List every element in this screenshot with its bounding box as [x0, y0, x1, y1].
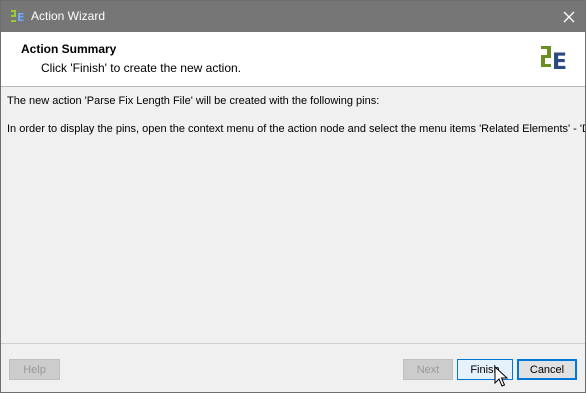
- window-title: Action Wizard: [31, 9, 106, 23]
- page-subtitle: Click 'Finish' to create the new action.: [41, 61, 242, 75]
- brand-logo-icon: E: [541, 46, 567, 73]
- title-bar[interactable]: E Action Wizard: [1, 1, 585, 32]
- close-icon: [563, 11, 575, 22]
- next-button[interactable]: Next: [403, 359, 453, 380]
- wizard-content: The new action 'Parse Fix Length File' w…: [1, 87, 585, 343]
- help-button[interactable]: Help: [9, 359, 60, 380]
- svg-text:E: E: [17, 11, 24, 23]
- mouse-cursor-icon: [494, 366, 508, 387]
- close-button[interactable]: [553, 1, 585, 32]
- svg-text:E: E: [552, 50, 567, 73]
- summary-text: The new action 'Parse Fix Length File' w…: [7, 95, 380, 107]
- action-wizard-dialog: E Action Wizard Action Summary Click 'Fi…: [0, 0, 586, 393]
- app-logo-icon: E: [10, 9, 24, 23]
- divider: [1, 343, 585, 344]
- wizard-header: Action Summary Click 'Finish' to create …: [1, 32, 585, 87]
- page-title: Action Summary: [21, 42, 117, 56]
- cancel-button[interactable]: Cancel: [517, 359, 577, 380]
- instruction-text: In order to display the pins, open the c…: [7, 123, 585, 135]
